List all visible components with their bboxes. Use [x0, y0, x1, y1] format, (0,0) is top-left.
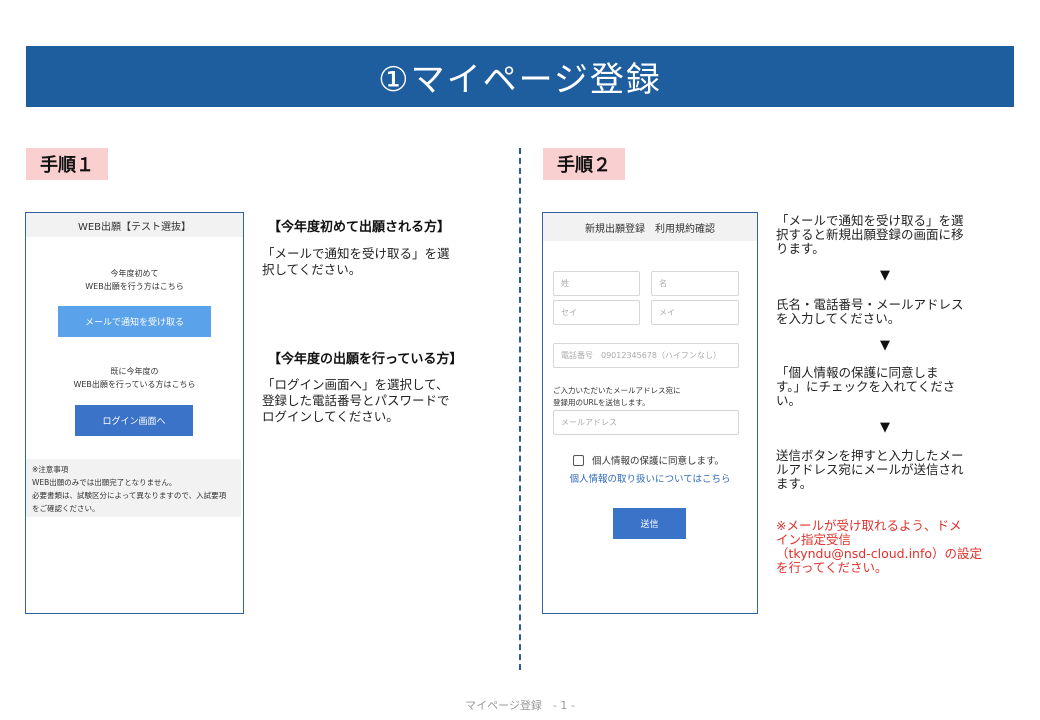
down-arrow-icon: ▼: [880, 268, 890, 283]
step2-phone-header: 新規出願登録 利用規約確認: [543, 213, 757, 241]
first-name-kana-field[interactable]: メイ: [651, 300, 739, 325]
first-name-field[interactable]: 名: [651, 271, 739, 296]
column-divider: [519, 148, 521, 670]
domain-warning: ※メールが受け取れるよう、ドメ イン指定受信 （tkyndu@nsd-cloud…: [776, 518, 983, 575]
down-arrow-icon: ▼: [880, 420, 890, 435]
phone-number-field[interactable]: 電話番号 09012345678（ハイフンなし）: [553, 343, 739, 368]
step2-instruction-2: 氏名・電話番号・メールアドレス を入力してください。: [776, 297, 964, 326]
page-footer: マイページ登録 - 1 -: [465, 699, 575, 712]
step2-instruction-1: 「メールで通知を受け取る」を選 択すると新規出願登録の画面に移 ります。: [776, 213, 964, 256]
step1-text-existing: 「ログイン画面へ」を選択して、 登録した電話番号とパスワードで ログインしてくだ…: [262, 377, 450, 424]
step1-phone-screenshot: WEB出願【テスト選抜】 今年度初めて WEB出願を行う方はこちら メールで通知…: [25, 212, 244, 614]
step1-heading-first-time: 【今年度初めて出願される方】: [268, 220, 451, 235]
down-arrow-icon: ▼: [880, 338, 890, 353]
step2-instruction-3: 「個人情報の保護に同意しま す。」にチェックを入れてくださ い。: [776, 365, 956, 408]
first-time-text: 今年度初めて WEB出願を行う方はこちら: [85, 269, 184, 291]
step1-badge: 手順１: [26, 148, 108, 180]
consent-label: 個人情報の保護に同意します。: [592, 456, 725, 467]
notes-box: ※注意事項 WEB出願のみでは出願完了となりません。 必要書類は、試験区分によっ…: [26, 459, 241, 517]
email-note: ご入力いただいたメールアドレス宛に 登録用のURLを送信します。: [553, 386, 681, 407]
send-button[interactable]: 送信: [613, 508, 686, 539]
consent-row: 個人情報の保護に同意します。: [573, 453, 724, 467]
email-field[interactable]: メールアドレス: [553, 410, 739, 435]
step1-heading-existing: 【今年度の出願を行っている方】: [268, 352, 463, 367]
page-title: ①マイページ登録: [26, 46, 1014, 107]
step1-text-first-time: 「メールで通知を受け取る」を選 択してください。: [262, 246, 450, 277]
existing-applicant-text: 既に今年度の WEB出願を行っている方はこちら: [73, 367, 196, 389]
step2-phone-screenshot: 新規出願登録 利用規約確認 姓 名 セイ メイ 電話番号 09012345678…: [542, 212, 758, 614]
step2-instruction-4: 送信ボタンを押すと入力したメー ルアドレス宛にメールが送信され ます。: [776, 448, 964, 491]
step1-phone-header: WEB出願【テスト選抜】: [26, 213, 243, 237]
last-name-field[interactable]: 姓: [553, 271, 640, 296]
last-name-kana-field[interactable]: セイ: [553, 300, 640, 325]
privacy-policy-link[interactable]: 個人情報の取り扱いについてはこちら: [543, 471, 757, 485]
login-button[interactable]: ログイン画面へ: [75, 405, 193, 436]
step2-badge: 手順２: [543, 148, 625, 180]
consent-checkbox[interactable]: [573, 454, 584, 466]
mail-notify-button[interactable]: メールで通知を受け取る: [58, 306, 211, 337]
